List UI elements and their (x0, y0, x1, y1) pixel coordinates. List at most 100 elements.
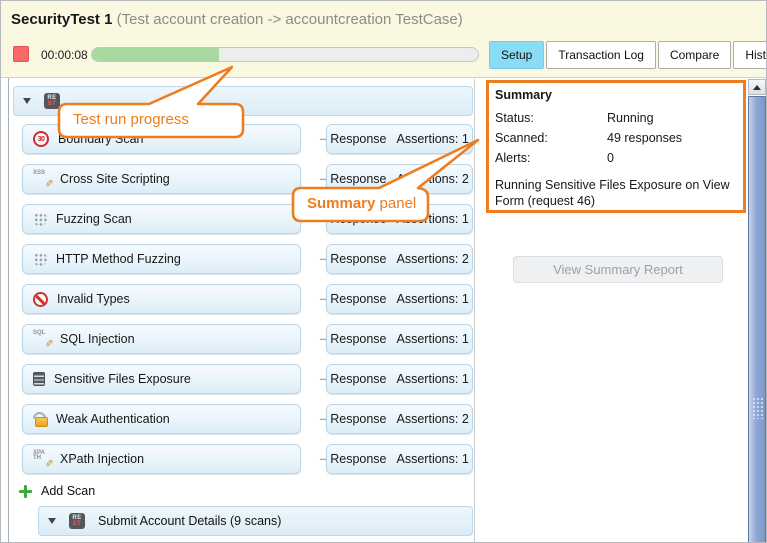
scanned-value: 49 responses (607, 131, 683, 145)
response-label: Response (330, 452, 387, 466)
scan-item-invalid-types[interactable]: Invalid Types (22, 284, 301, 314)
pencil-icon: ✎ (44, 339, 53, 350)
response-assertions-badge[interactable]: Response Assertions: 1 (326, 324, 473, 354)
response-assertions-badge[interactable]: Response Assertions: 1 (326, 284, 473, 314)
response-label: Response (330, 172, 387, 186)
assertions-count: Assertions: 1 (396, 132, 469, 146)
scan-row: Weak Authentication → Response Assertion… (22, 404, 473, 434)
fuzzing-icon (33, 252, 47, 266)
response-label: Response (330, 332, 387, 346)
elapsed-time: 00:00:08 (41, 48, 88, 62)
add-scan-button[interactable]: Add Scan (19, 482, 95, 500)
scan-label: Weak Authentication (56, 412, 170, 426)
test-step-header-top[interactable]: RE ST (13, 86, 473, 116)
response-assertions-badge[interactable]: Response Assertions: 2 (326, 244, 473, 274)
scan-row: XSS ✎ Cross Site Scripting → Response Ass… (22, 164, 473, 194)
scan-label: Cross Site Scripting (60, 172, 170, 186)
scan-row: SQL ✎ SQL Injection → Response Assertions… (22, 324, 473, 354)
scan-item-boundary-scan[interactable]: 30 Boundary Scan (22, 124, 301, 154)
boundary-scan-icon: 30 (33, 131, 49, 147)
security-test-window: SecurityTest 1 (Test account creation ->… (0, 0, 767, 543)
pencil-icon: ✎ (44, 459, 53, 470)
summary-panel: Summary Status: Running Scanned: 49 resp… (486, 80, 746, 213)
response-label: Response (330, 132, 387, 146)
summary-status-row: Status: Running (495, 108, 737, 128)
page-title: SecurityTest 1 (Test account creation ->… (11, 11, 463, 28)
response-label: Response (330, 372, 387, 386)
scan-row: 30 Boundary Scan → Response Assertions: … (22, 124, 473, 154)
alerts-value: 0 (607, 151, 614, 165)
scan-label: Invalid Types (57, 292, 130, 306)
tab-compare[interactable]: Compare (657, 41, 732, 69)
files-icon (33, 372, 45, 386)
scan-row: Invalid Types → Response Assertions: 1 (22, 284, 473, 314)
scan-row: Sensitive Files Exposure → Response Asse… (22, 364, 473, 394)
status-value: Running (607, 111, 654, 125)
tab-bar: Setup Transaction Log Compare History (489, 41, 766, 69)
assertions-count: Assertions: 1 (396, 372, 469, 386)
stop-button[interactable] (13, 46, 29, 62)
assertions-count: Assertions: 2 (396, 252, 469, 266)
test-subtitle: (Test account creation -> accountcreatio… (112, 11, 463, 28)
assertions-count: Assertions: 2 (396, 172, 469, 186)
scan-item-fuzzing-scan[interactable]: Fuzzing Scan (22, 204, 301, 234)
progress-bar (91, 47, 479, 62)
rest-request-icon: RE ST (69, 513, 85, 529)
scan-item-weak-authentication[interactable]: Weak Authentication (22, 404, 301, 434)
scan-item-cross-site-scripting[interactable]: XSS ✎ Cross Site Scripting (22, 164, 301, 194)
add-scan-label: Add Scan (41, 484, 96, 498)
response-assertions-badge[interactable]: Response Assertions: 1 (326, 124, 473, 154)
assertions-count: Assertions: 1 (396, 332, 469, 346)
response-assertions-badge[interactable]: Response Assertions: 2 (326, 404, 473, 434)
response-label: Response (330, 212, 387, 226)
scan-item-sensitive-files-exposure[interactable]: Sensitive Files Exposure (22, 364, 301, 394)
assertions-count: Assertions: 1 (396, 452, 469, 466)
scan-label: SQL Injection (60, 332, 135, 346)
test-header-bar: SecurityTest 1 (Test account creation ->… (1, 1, 766, 78)
scrollbar-thumb[interactable] (748, 96, 766, 542)
scan-item-http-method-fuzzing[interactable]: HTTP Method Fuzzing (22, 244, 301, 274)
status-label: Status: (495, 111, 534, 125)
scan-label: HTTP Method Fuzzing (56, 252, 181, 266)
step-label: Submit Account Details (9 scans) (98, 514, 282, 528)
summary-scanned-row: Scanned: 49 responses (495, 128, 737, 148)
test-step-header-submit-account-details[interactable]: RE ST Submit Account Details (9 scans) (38, 506, 473, 536)
xss-icon: XSS ✎ (33, 170, 53, 190)
scan-item-sql-injection[interactable]: SQL ✎ SQL Injection (22, 324, 301, 354)
assertions-count: Assertions: 1 (396, 292, 469, 306)
triangle-up-icon (753, 84, 761, 90)
response-label: Response (330, 252, 387, 266)
assertions-count: Assertions: 1 (396, 212, 469, 226)
pencil-icon: ✎ (44, 179, 53, 190)
scroll-up-button[interactable] (748, 79, 766, 95)
scrollbar-grip (752, 397, 763, 419)
collapse-triangle-icon[interactable] (48, 518, 56, 524)
view-summary-report-button[interactable]: View Summary Report (513, 256, 723, 283)
response-assertions-badge[interactable]: Response Assertions: 2 (326, 164, 473, 194)
alerts-label: Alerts: (495, 151, 531, 165)
scan-item-xpath-injection[interactable]: XPA TH ✎ XPath Injection (22, 444, 301, 474)
test-name: SecurityTest 1 (11, 11, 113, 28)
scanned-label: Scanned: (495, 131, 548, 145)
tab-setup[interactable]: Setup (489, 41, 545, 69)
collapse-triangle-icon[interactable] (23, 98, 31, 104)
tab-history[interactable]: History (733, 41, 766, 69)
response-assertions-badge[interactable]: Response Assertions: 1 (326, 364, 473, 394)
rest-request-icon: RE ST (44, 93, 60, 109)
tab-transaction-log[interactable]: Transaction Log (546, 41, 656, 69)
response-label: Response (330, 292, 387, 306)
scan-label: Boundary Scan (58, 132, 144, 146)
scan-row: XPA TH ✎ XPath Injection → Response Asser… (22, 444, 473, 474)
prohibition-icon (33, 291, 48, 307)
summary-alerts-row: Alerts: 0 (495, 148, 737, 168)
sql-injection-icon: SQL ✎ (33, 330, 53, 350)
scan-row: HTTP Method Fuzzing → Response Assertion… (22, 244, 473, 274)
plus-icon (19, 484, 32, 498)
scan-label: Sensitive Files Exposure (54, 372, 191, 386)
vertical-scrollbar[interactable] (748, 79, 766, 542)
response-assertions-badge[interactable]: Response Assertions: 1 (326, 444, 473, 474)
scan-label: XPath Injection (60, 452, 145, 466)
response-label: Response (330, 412, 387, 426)
response-assertions-badge[interactable]: Response Assertions: 1 (326, 204, 473, 234)
summary-running-message: Running Sensitive Files Exposure on View… (495, 178, 730, 208)
